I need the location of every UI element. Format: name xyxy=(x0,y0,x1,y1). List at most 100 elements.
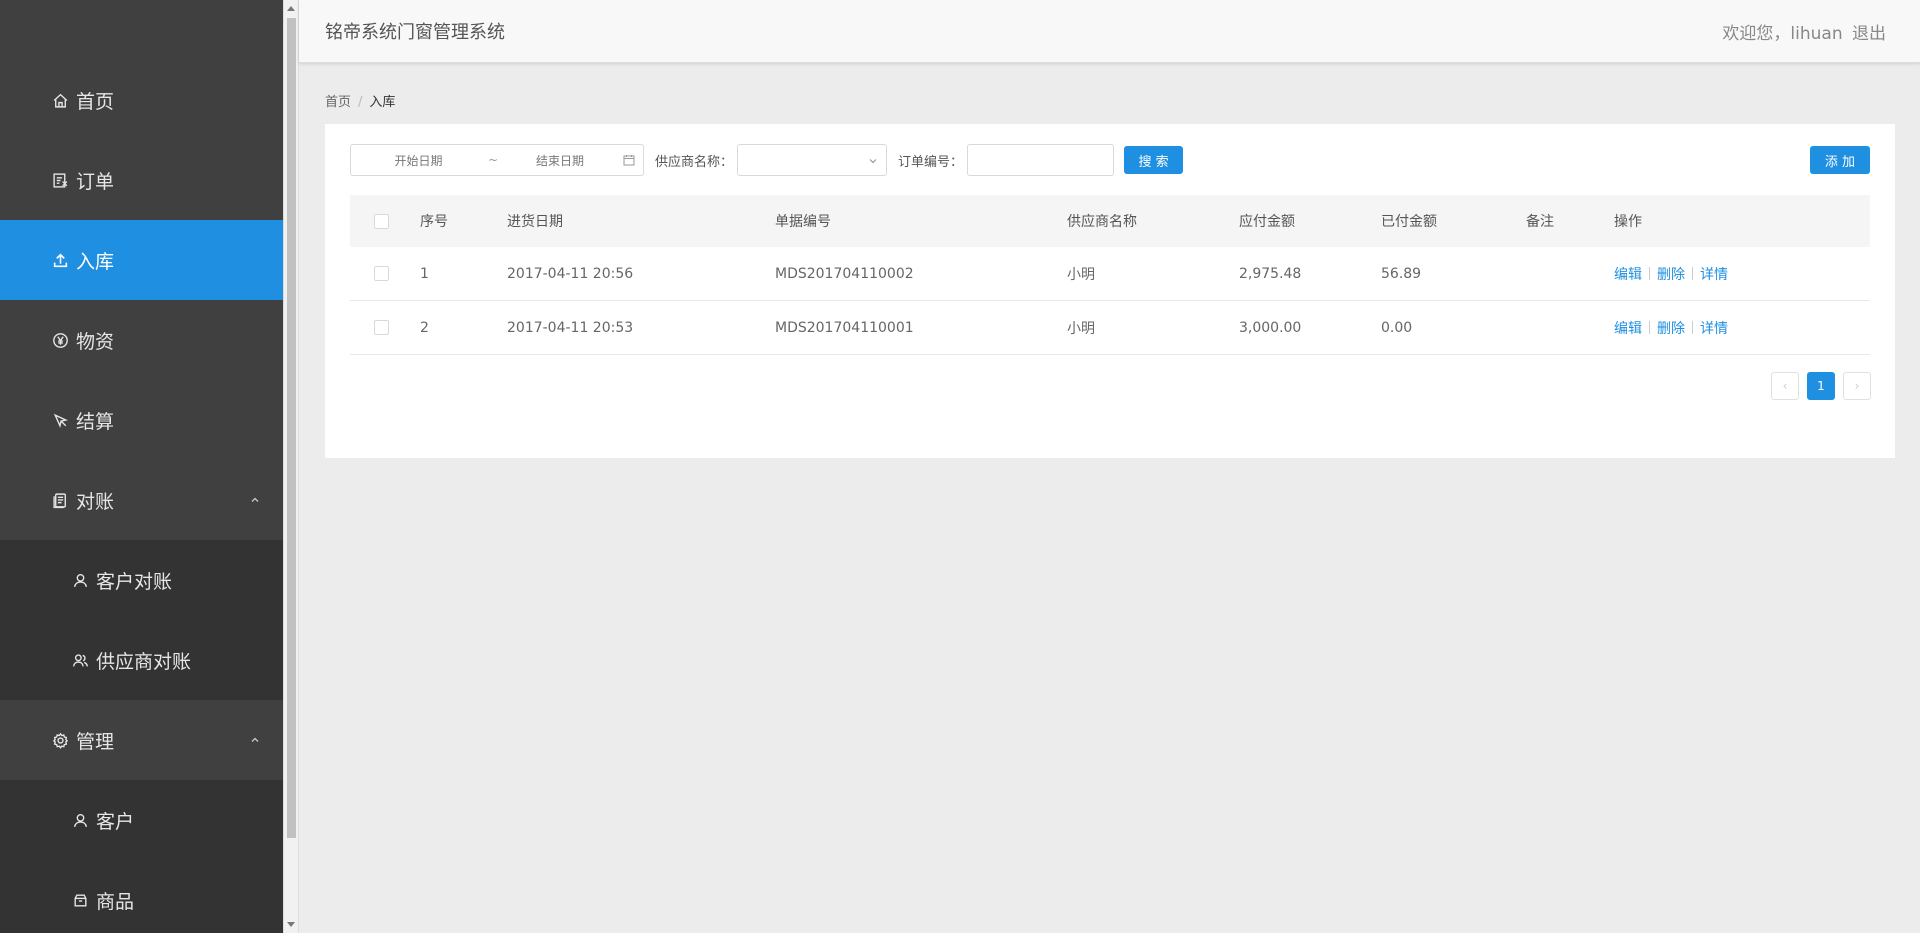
user-icon xyxy=(70,810,90,830)
row-checkbox[interactable] xyxy=(374,266,389,281)
chevron-down-icon xyxy=(869,159,877,164)
row-actions: 编辑 删除 详情 xyxy=(1614,318,1814,338)
action-divider xyxy=(1692,321,1693,334)
table-header: 序号 进货日期 单据编号 供应商名称 应付金额 已付金额 备注 操作 xyxy=(350,195,1870,247)
row-paid: 56.89 xyxy=(1381,265,1422,282)
supplier-label: 供应商名称： xyxy=(655,154,734,170)
row-checkbox-cell xyxy=(350,266,420,281)
row-date: 2017-04-11 20:56 xyxy=(507,265,634,282)
breadcrumb-separator: / xyxy=(358,95,363,110)
table-row: 1 2017-04-11 20:56 MDS201704110002 小明 2,… xyxy=(350,247,1870,301)
select-all-checkbox[interactable] xyxy=(374,213,389,229)
sidebar-item-label: 供应商对账 xyxy=(96,650,192,673)
row-payable: 2,975.48 xyxy=(1239,265,1302,282)
sidebar-scrollbar[interactable] xyxy=(283,0,299,933)
search-button[interactable]: 搜 索 xyxy=(1124,146,1184,174)
top-header: 铭帝系统门窗管理系统 欢迎您，lihuan 退出 xyxy=(299,0,1920,63)
sidebar-item-customer[interactable]: 客户 xyxy=(0,780,283,860)
column-header: 供应商名称 xyxy=(1067,214,1137,230)
page-1-button[interactable]: 1 xyxy=(1807,372,1835,400)
row-no: 2 xyxy=(420,319,429,336)
edit-link[interactable]: 编辑 xyxy=(1614,318,1642,338)
sidebar-item-reconcile[interactable]: 对账 xyxy=(0,460,283,540)
sidebar-item-label: 客户 xyxy=(96,810,135,833)
sidebar-item-label: 对账 xyxy=(76,490,115,513)
row-code: MDS201704110001 xyxy=(775,319,914,336)
column-header: 进货日期 xyxy=(507,214,563,230)
row-actions: 编辑 删除 详情 xyxy=(1614,264,1814,284)
sidebar: 首页 订单 入库 物资 结算 对账 客户对账 供应商对账 管理 客户 商品 xyxy=(0,0,283,933)
stock-in-table: 序号 进货日期 单据编号 供应商名称 应付金额 已付金额 备注 操作 1 201… xyxy=(350,195,1870,355)
column-header: 序号 xyxy=(420,214,448,230)
document-icon xyxy=(50,490,70,510)
gear-icon xyxy=(50,730,70,750)
sidebar-item-stock-in[interactable]: 入库 xyxy=(0,220,283,300)
management-submenu: 客户 商品 xyxy=(0,780,283,933)
column-header: 应付金额 xyxy=(1239,214,1295,230)
action-divider xyxy=(1649,321,1650,334)
order-icon xyxy=(50,170,70,190)
logout-link[interactable]: 退出 xyxy=(1852,24,1886,44)
sidebar-item-order[interactable]: 订单 xyxy=(0,140,283,220)
sidebar-item-label: 物资 xyxy=(76,330,115,353)
breadcrumb-current: 入库 xyxy=(369,95,396,110)
order-no-input[interactable] xyxy=(967,144,1115,176)
box-icon xyxy=(70,890,90,910)
date-range-picker[interactable]: 开始日期 ~ 结束日期 xyxy=(350,144,644,176)
upload-icon xyxy=(50,250,70,270)
add-button[interactable]: 添 加 xyxy=(1810,146,1870,174)
scroll-up-arrow[interactable] xyxy=(287,6,295,11)
sidebar-top-spacer xyxy=(0,0,283,60)
home-icon xyxy=(50,90,70,110)
row-payable: 3,000.00 xyxy=(1239,319,1302,336)
user-area: 欢迎您，lihuan 退出 xyxy=(1718,19,1886,44)
scrollbar-thumb[interactable] xyxy=(287,18,296,838)
start-date-input[interactable]: 开始日期 xyxy=(351,152,486,169)
row-paid: 0.00 xyxy=(1381,319,1413,336)
sidebar-item-goods[interactable]: 商品 xyxy=(0,860,283,933)
date-range-separator: ~ xyxy=(487,153,499,167)
detail-link[interactable]: 详情 xyxy=(1700,264,1728,284)
scroll-down-arrow[interactable] xyxy=(287,922,295,927)
end-date-input[interactable]: 结束日期 xyxy=(500,152,620,169)
sidebar-item-home[interactable]: 首页 xyxy=(0,60,283,140)
chevron-up-icon xyxy=(251,497,259,502)
app-title: 铭帝系统门窗管理系统 xyxy=(325,22,505,43)
table-row: 2 2017-04-11 20:53 MDS201704110001 小明 3,… xyxy=(350,301,1870,355)
detail-link[interactable]: 详情 xyxy=(1700,318,1728,338)
action-divider xyxy=(1692,267,1693,280)
column-header: 单据编号 xyxy=(775,214,831,230)
sidebar-item-settlement[interactable]: 结算 xyxy=(0,380,283,460)
row-no: 1 xyxy=(420,265,429,282)
breadcrumb-home[interactable]: 首页 xyxy=(325,95,351,110)
filter-toolbar: 开始日期 ~ 结束日期 供应商名称： 订单编号： 搜 索 添 加 xyxy=(350,144,1870,176)
sidebar-item-materials[interactable]: 物资 xyxy=(0,300,283,380)
breadcrumb: 首页 / 入库 xyxy=(325,91,395,110)
sidebar-item-customer-reconcile[interactable]: 客户对账 xyxy=(0,540,283,620)
edit-link[interactable]: 编辑 xyxy=(1614,264,1642,284)
sidebar-item-label: 入库 xyxy=(76,250,115,273)
next-page-button[interactable]: › xyxy=(1843,372,1871,400)
column-header: 备注 xyxy=(1526,214,1554,230)
delete-link[interactable]: 删除 xyxy=(1657,264,1685,284)
sidebar-item-supplier-reconcile[interactable]: 供应商对账 xyxy=(0,620,283,700)
yen-icon xyxy=(50,330,70,350)
row-code: MDS201704110002 xyxy=(775,265,914,282)
prev-page-button[interactable]: ‹ xyxy=(1771,372,1799,400)
content-card: 开始日期 ~ 结束日期 供应商名称： 订单编号： 搜 索 添 加 序号 进货日期… xyxy=(325,124,1895,458)
row-checkbox[interactable] xyxy=(374,320,389,335)
row-checkbox-cell xyxy=(350,320,420,335)
sidebar-item-label: 管理 xyxy=(76,730,115,753)
reconcile-submenu: 客户对账 供应商对账 xyxy=(0,540,283,700)
sidebar-item-label: 商品 xyxy=(96,890,135,913)
supplier-select[interactable] xyxy=(737,144,888,176)
sidebar-item-management[interactable]: 管理 xyxy=(0,700,283,780)
action-divider xyxy=(1649,267,1650,280)
row-supplier: 小明 xyxy=(1067,266,1095,283)
welcome-text: 欢迎您，lihuan xyxy=(1722,23,1843,44)
sidebar-item-label: 结算 xyxy=(76,410,115,433)
order-no-label: 订单编号： xyxy=(898,154,964,170)
column-header: 已付金额 xyxy=(1381,214,1437,230)
delete-link[interactable]: 删除 xyxy=(1657,318,1685,338)
row-supplier: 小明 xyxy=(1067,320,1095,337)
